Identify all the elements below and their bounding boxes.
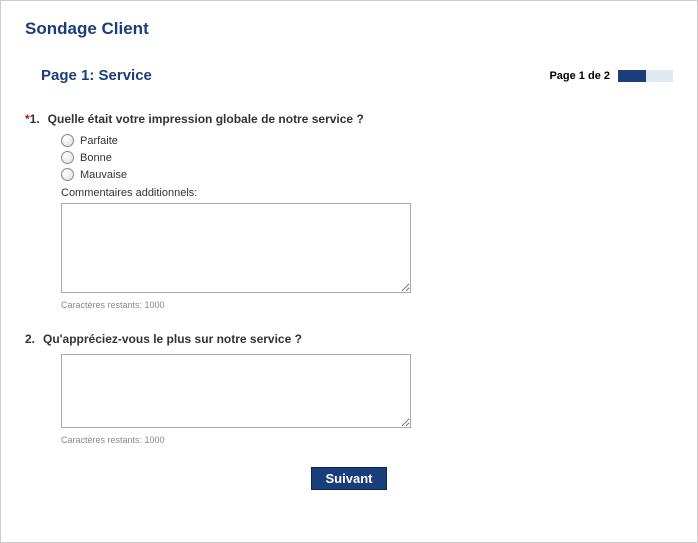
next-button[interactable]: Suivant: [311, 467, 388, 490]
page-indicator-text: Page 1 de 2: [549, 70, 610, 82]
question-2-text: Qu'appréciez-vous le plus sur notre serv…: [43, 332, 302, 346]
radio-parfaite[interactable]: [61, 134, 74, 147]
page-indicator: Page 1 de 2: [549, 70, 673, 82]
question-2: 2.Qu'appréciez-vous le plus sur notre se…: [25, 332, 673, 445]
page-header: Page 1: Service Page 1 de 2: [25, 67, 673, 84]
button-row: Suivant: [25, 467, 673, 490]
question-2-label: 2.Qu'appréciez-vous le plus sur notre se…: [25, 332, 673, 346]
option-bonne[interactable]: Bonne: [61, 151, 673, 164]
question-1-text: Quelle était votre impression globale de…: [48, 112, 364, 126]
question-1-textarea-wrap: Caractères restants: 1000: [25, 203, 673, 310]
option-mauvaise-label: Mauvaise: [80, 169, 127, 181]
radio-mauvaise[interactable]: [61, 168, 74, 181]
question-1-options: Parfaite Bonne Mauvaise Commentaires add…: [25, 134, 673, 199]
question-1-number: 1.: [30, 112, 48, 126]
question-2-textarea-wrap: Caractères restants: 1000: [25, 354, 673, 445]
progress-fill: [618, 70, 646, 82]
question-2-char-count: Caractères restants: 1000: [61, 435, 673, 445]
option-parfaite[interactable]: Parfaite: [61, 134, 673, 147]
radio-bonne[interactable]: [61, 151, 74, 164]
question-1: *1.Quelle était votre impression globale…: [25, 112, 673, 310]
option-bonne-label: Bonne: [80, 152, 112, 164]
question-1-label: *1.Quelle était votre impression globale…: [25, 112, 673, 126]
option-parfaite-label: Parfaite: [80, 135, 118, 147]
option-mauvaise[interactable]: Mauvaise: [61, 168, 673, 181]
question-2-number: 2.: [25, 332, 43, 346]
question-2-comment-input[interactable]: [61, 354, 411, 428]
progress-bar: [618, 70, 673, 82]
question-1-char-count: Caractères restants: 1000: [61, 300, 673, 310]
question-1-comment-input[interactable]: [61, 203, 411, 293]
page-title: Page 1: Service: [41, 67, 152, 84]
question-1-comment-label: Commentaires additionnels:: [61, 187, 673, 199]
survey-title: Sondage Client: [25, 19, 673, 39]
